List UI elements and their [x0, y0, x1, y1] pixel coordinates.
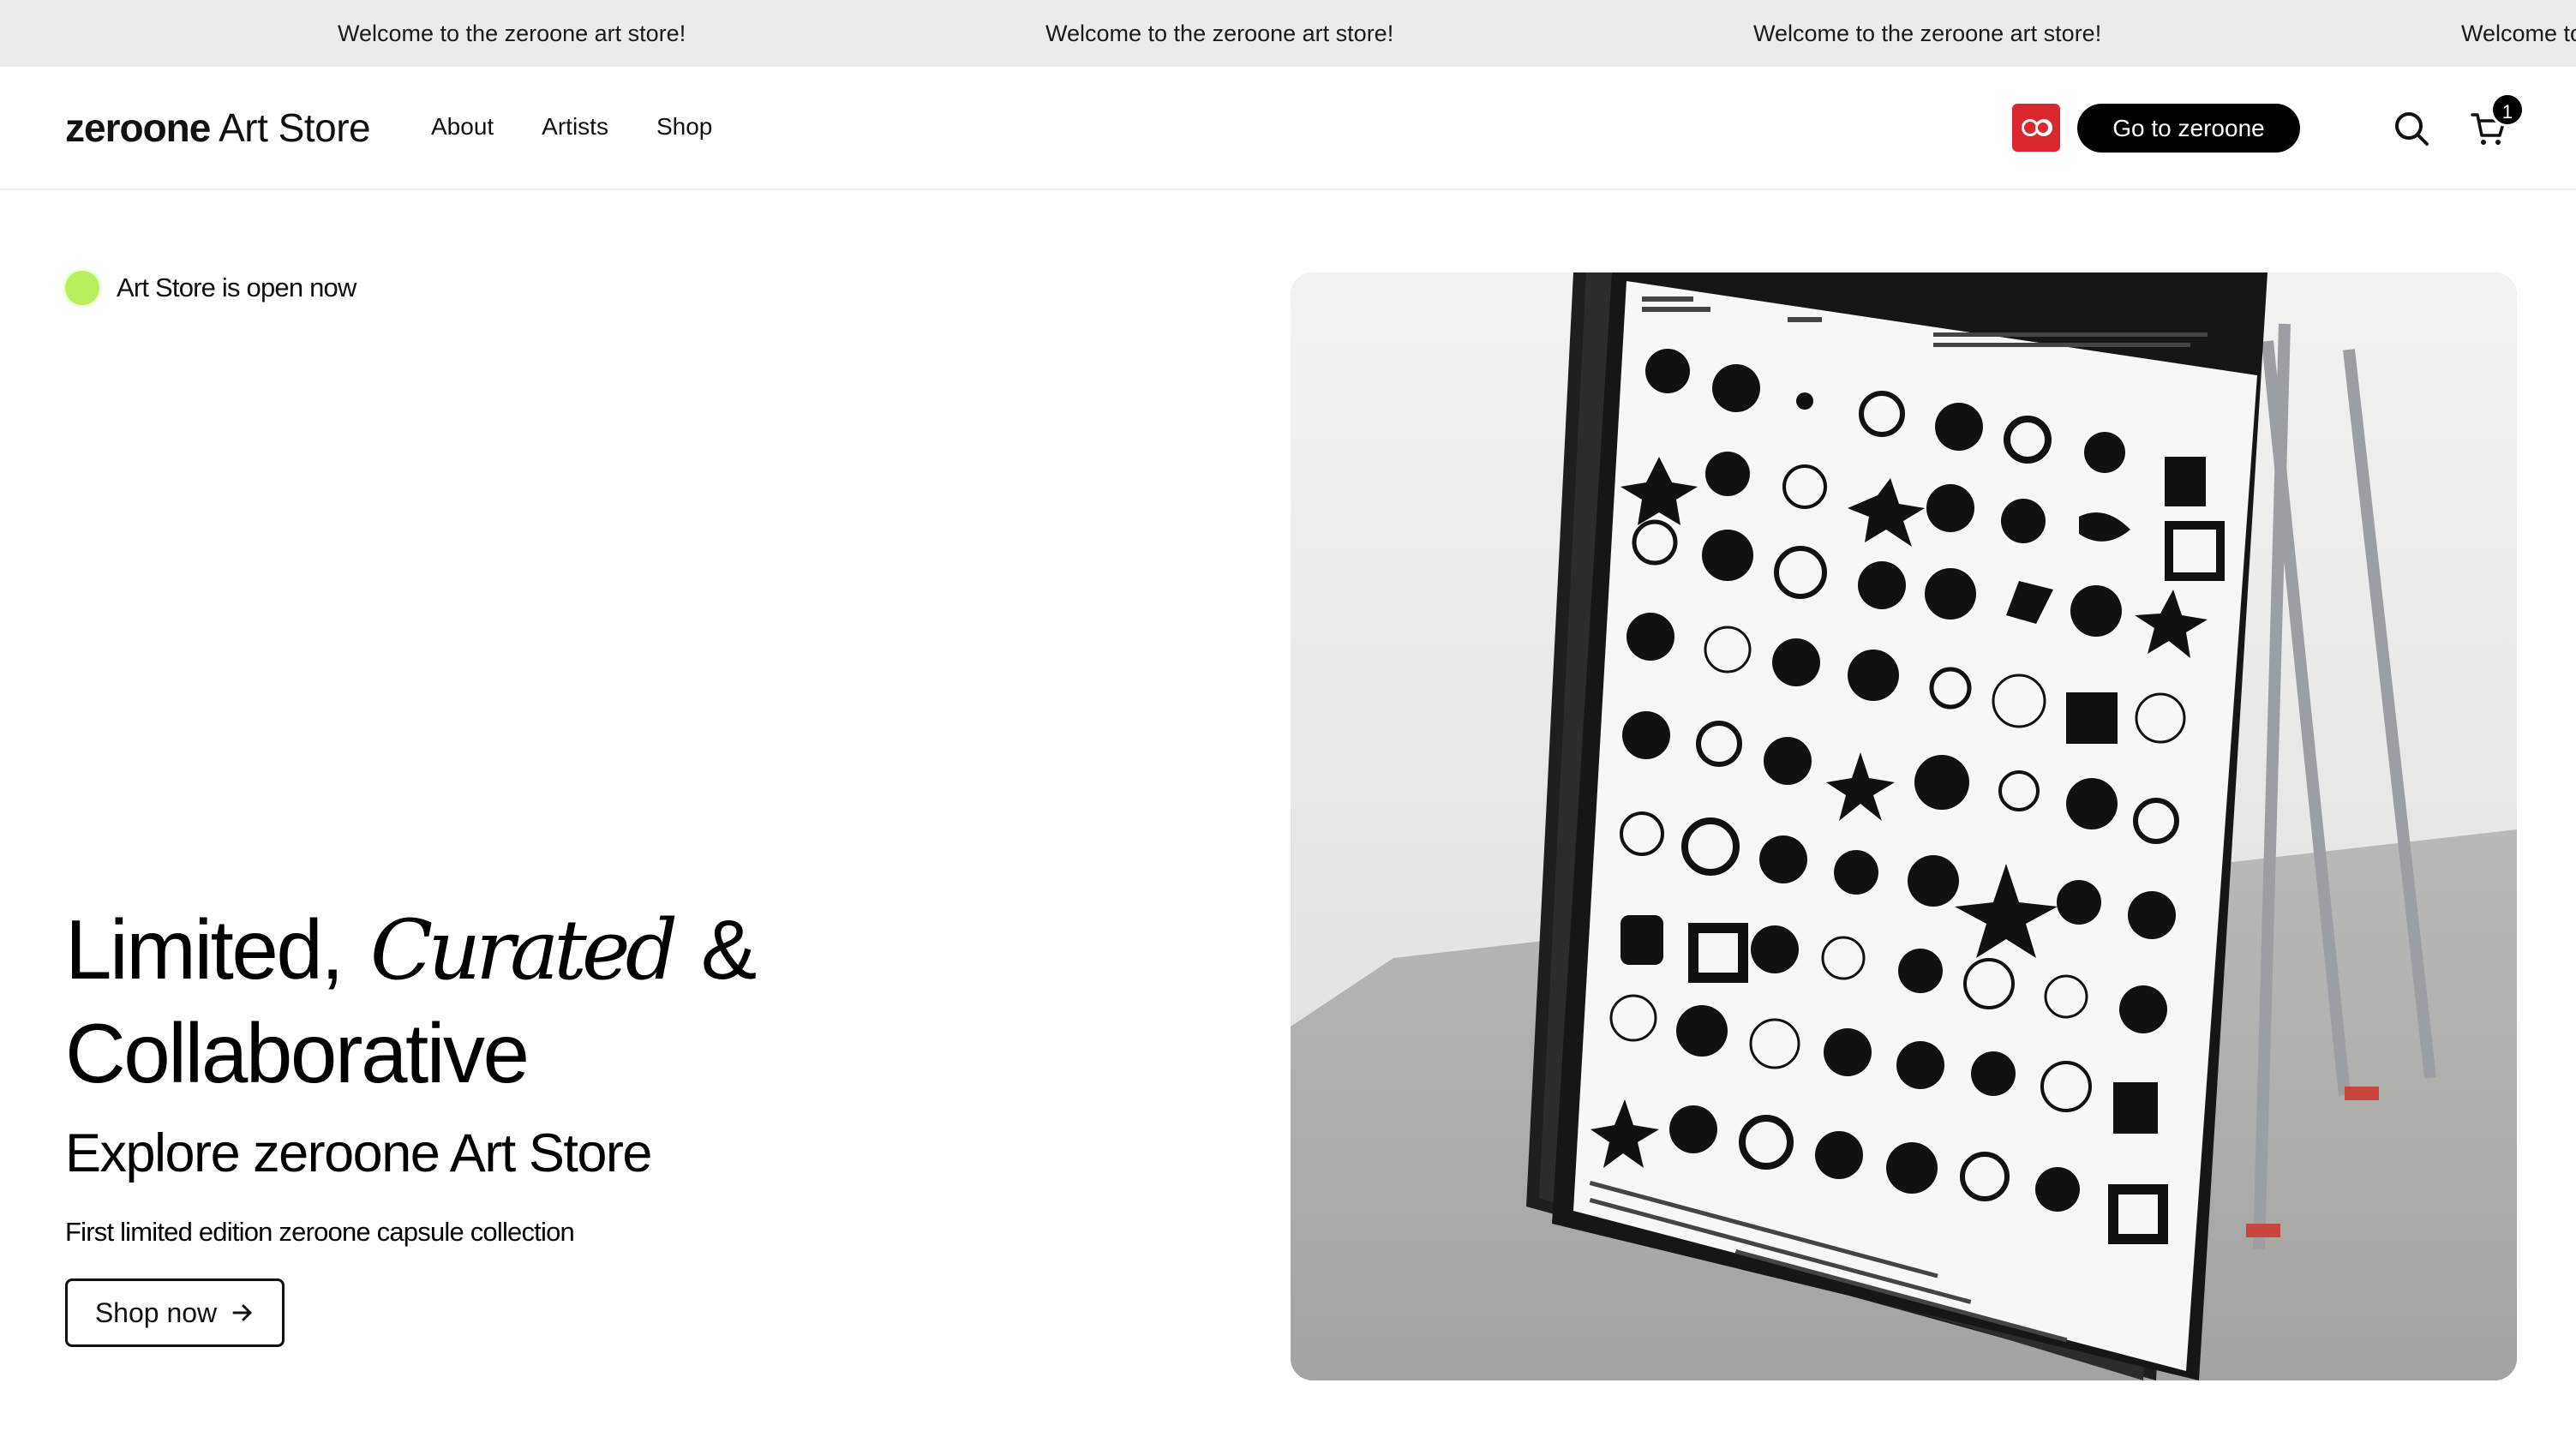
announcement-text: Welcome to the zeroone art store!: [1753, 21, 2102, 46]
go-to-zeroone-button[interactable]: Go to zeroone: [2077, 104, 2300, 153]
hero-description: First limited edition zeroone capsule co…: [65, 1217, 575, 1247]
status-dot-icon: [65, 271, 99, 305]
nav-link-artists[interactable]: Artists: [542, 113, 608, 141]
announcement-text: Welcome to the zeroone art store!: [1045, 21, 1394, 46]
hero-headline: Limited, Curated & Collaborative: [65, 898, 757, 1105]
zeroone-brand-icon[interactable]: [2012, 104, 2060, 152]
headline-curated-script: Curated: [369, 902, 678, 998]
nav-link-shop[interactable]: Shop: [656, 113, 712, 141]
hero-image: [1291, 272, 2517, 1380]
arrow-right-icon: [232, 1304, 252, 1321]
cart-count-badge: 1: [2490, 93, 2525, 127]
hero-subheading: Explore zeroone Art Store: [65, 1123, 652, 1183]
logo-wordmark: zeroone: [65, 105, 211, 150]
announcement-bar: Welcome to the zeroone art store! Welcom…: [0, 0, 2576, 67]
nav-link-about[interactable]: About: [431, 113, 494, 141]
site-header: zeroone Art Store About Artists Shop Go …: [0, 67, 2576, 190]
logo-subtitle: Art Store: [219, 105, 371, 150]
site-logo[interactable]: zeroone Art Store: [65, 105, 371, 151]
shop-now-button[interactable]: Shop now: [65, 1278, 285, 1347]
main-nav: About Artists Shop: [431, 113, 712, 141]
announcement-text: Welcome to the zeroone art store!: [338, 21, 686, 46]
headline-collaborative: Collaborative: [65, 1006, 530, 1100]
store-status: Art Store is open now: [65, 271, 356, 305]
announcement-text: Welcome to the zeroone art store!: [2461, 21, 2576, 46]
search-icon[interactable]: [2393, 110, 2430, 147]
headline-ampersand: &: [700, 902, 757, 997]
status-text: Art Store is open now: [117, 272, 356, 302]
poster-photo: [1291, 272, 2517, 1380]
headline-limited: Limited,: [65, 902, 344, 997]
shop-now-label: Shop now: [94, 1296, 218, 1328]
